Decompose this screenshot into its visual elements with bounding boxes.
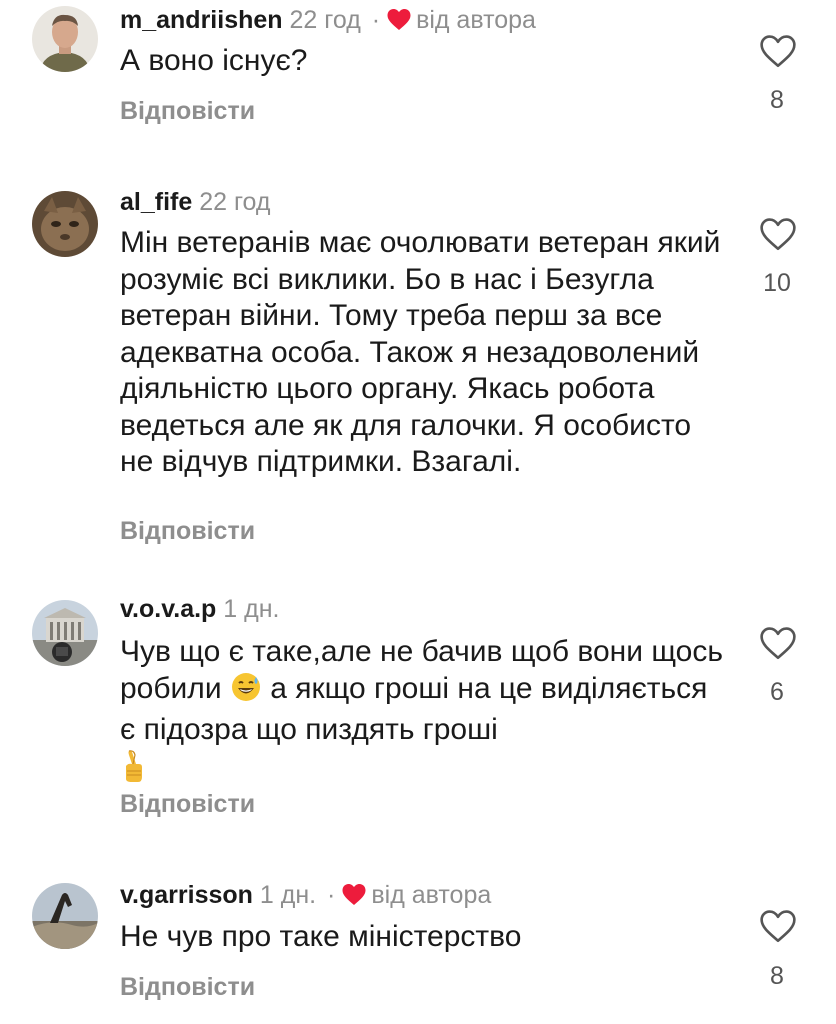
like-button[interactable] — [758, 908, 798, 944]
heart-outline-icon — [760, 35, 796, 68]
comment-item: v.garrisson 1 дн. · від автора Не чув про… — [0, 877, 836, 1024]
comment-item: m_andriishen 22 год · від автора А воно і… — [0, 0, 836, 160]
reply-button[interactable]: Відповісти — [120, 97, 255, 126]
username[interactable]: v.o.v.a.p — [120, 595, 216, 623]
comment-text: Не чув про таке міністерство — [120, 920, 522, 953]
separator-dot: · — [327, 881, 336, 909]
heart-outline-icon — [760, 910, 796, 943]
like-count: 10 — [763, 269, 791, 297]
reply-button[interactable]: Відповісти — [120, 517, 255, 546]
comment-text: Чув що є таке,але не бачив щоб вони щось… — [120, 634, 730, 792]
comment-meta: v.garrisson 1 дн. · від автора — [120, 880, 491, 913]
author-like-label: від автора — [416, 6, 536, 34]
like-button[interactable] — [758, 216, 798, 252]
like-button[interactable] — [758, 33, 798, 69]
comment-meta: m_andriishen 22 год · від автора — [120, 5, 536, 38]
username[interactable]: al_fife — [120, 188, 192, 216]
heart-outline-icon — [760, 218, 796, 251]
comment-item: al_fife 22 год Мін ветеранів має очолюва… — [0, 185, 836, 565]
grinning-sweat-emoji-icon — [230, 671, 262, 713]
author-heart-icon — [341, 883, 367, 913]
comment-time: 22 год — [289, 6, 361, 34]
heart-outline-icon — [760, 627, 796, 660]
avatar[interactable] — [32, 883, 98, 949]
comment-item: v.o.v.a.p 1 дн. Чув що є таке,але не бач… — [0, 594, 836, 854]
avatar[interactable] — [32, 191, 98, 257]
crossed-fingers-emoji-icon — [120, 749, 146, 793]
comment-text: А воно існує? — [120, 44, 308, 77]
comment-time: 1 дн. — [223, 595, 280, 623]
separator-dot: · — [371, 6, 381, 34]
avatar[interactable] — [32, 6, 98, 72]
comment-meta: v.o.v.a.p 1 дн. — [120, 594, 279, 624]
comment-meta: al_fife 22 год — [120, 187, 270, 217]
like-count: 8 — [770, 86, 784, 114]
username[interactable]: v.garrisson — [120, 881, 253, 909]
comment-text: Мін ветеранів має очолювати ветеран який… — [120, 226, 721, 478]
author-heart-icon — [386, 8, 412, 38]
username[interactable]: m_andriishen — [120, 6, 283, 34]
avatar[interactable] — [32, 600, 98, 666]
comment-time: 1 дн. — [259, 881, 317, 909]
reply-button[interactable]: Відповісти — [120, 790, 255, 819]
like-count: 8 — [770, 962, 784, 990]
author-like-label: від автора — [371, 881, 492, 909]
like-count: 6 — [770, 678, 784, 706]
like-button[interactable] — [758, 625, 798, 661]
reply-button[interactable]: Відповісти — [120, 973, 255, 1002]
comment-time: 22 год — [199, 188, 271, 216]
